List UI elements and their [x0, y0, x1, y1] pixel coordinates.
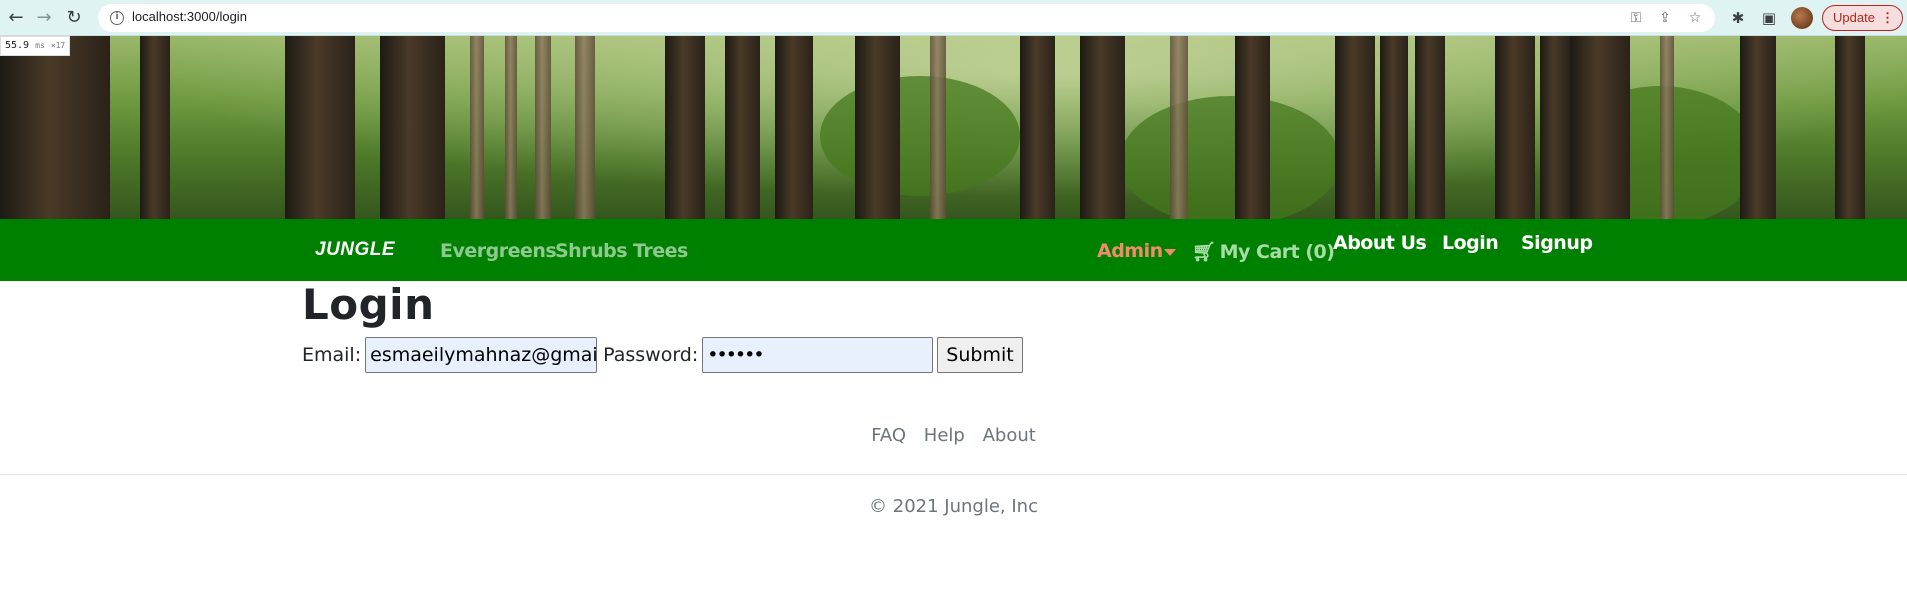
side-panel-icon[interactable]: ▣ — [1757, 6, 1781, 30]
brand-logo[interactable]: JUNGLE — [315, 239, 395, 261]
tree-trunk — [1495, 36, 1535, 219]
nav-link-trees[interactable]: Trees — [633, 240, 688, 262]
menu-dots-icon[interactable]: ⋮ — [1881, 6, 1894, 29]
login-form: Email: esmaeilymahnaz@gmail.com Password… — [302, 337, 1023, 373]
tree-trunk — [930, 36, 946, 219]
url-text[interactable]: localhost:3000/login — [132, 9, 247, 24]
foliage — [1120, 96, 1340, 219]
main-navbar: JUNGLE Evergreens Shrubs Trees Admin 🛒︎ M… — [0, 219, 1907, 281]
tree-trunk — [1080, 36, 1125, 219]
tree-trunk — [1020, 36, 1055, 219]
nav-link-evergreens[interactable]: Evergreens — [440, 240, 557, 262]
page-title: Login — [302, 280, 435, 329]
nav-link-about-us[interactable]: About Us — [1333, 232, 1427, 254]
nav-link-login[interactable]: Login — [1442, 232, 1499, 254]
footer-link-about[interactable]: About — [983, 425, 1036, 446]
footer-links: FAQ Help About — [0, 425, 1907, 446]
caret-down-icon[interactable] — [1164, 249, 1176, 256]
update-label: Update — [1833, 10, 1875, 25]
forest-banner-image — [0, 36, 1907, 219]
profile-avatar[interactable] — [1791, 7, 1813, 29]
address-bar[interactable]: i localhost:3000/login ⚿ ⇪ ☆ — [98, 4, 1715, 32]
copyright-text: © 2021 Jungle, Inc — [869, 496, 1038, 517]
tree-trunk — [1170, 36, 1188, 219]
tree-trunk — [725, 36, 760, 219]
perf-unit: ms — [35, 41, 45, 50]
info-icon[interactable]: i — [110, 11, 124, 25]
cart-icon: 🛒︎ — [1192, 241, 1216, 263]
footer-link-help[interactable]: Help — [924, 425, 965, 446]
tree-trunk — [1540, 36, 1570, 219]
reload-icon[interactable]: ↻ — [62, 6, 86, 30]
tree-trunk — [535, 36, 551, 219]
tree-trunk — [140, 36, 170, 219]
tree-trunk — [1235, 36, 1270, 219]
tree-trunk — [380, 36, 445, 219]
footer-link-faq[interactable]: FAQ — [871, 425, 906, 446]
tree-trunk — [575, 36, 595, 219]
tree-trunk — [1415, 36, 1445, 219]
back-arrow-icon[interactable]: ← — [4, 6, 28, 30]
perf-count: ×17 — [50, 41, 66, 50]
tree-trunk — [285, 36, 355, 219]
tree-trunk — [1380, 36, 1408, 219]
puzzle-icon[interactable]: ✱ — [1726, 6, 1750, 30]
perf-overlay: 55.9 ms ×17 — [0, 36, 71, 56]
tree-trunk — [775, 36, 813, 219]
cart-label: My Cart (0) — [1219, 241, 1335, 263]
tree-trunk — [1835, 36, 1865, 219]
tree-trunk — [1335, 36, 1375, 219]
browser-toolbar: ← → ↻ i localhost:3000/login ⚿ ⇪ ☆ ✱ ▣ U… — [0, 0, 1907, 36]
share-icon[interactable]: ⇪ — [1655, 8, 1675, 28]
star-icon[interactable]: ☆ — [1685, 8, 1705, 28]
nav-link-signup[interactable]: Signup — [1521, 232, 1593, 254]
email-label: Email: — [302, 344, 362, 366]
password-label: Password: — [603, 344, 699, 366]
tree-trunk — [1570, 36, 1630, 219]
email-field[interactable]: esmaeilymahnaz@gmail.com — [365, 337, 598, 373]
password-field[interactable]: •••••• — [702, 337, 934, 373]
forward-arrow-icon[interactable]: → — [32, 6, 56, 30]
cart-link[interactable]: 🛒︎ My Cart (0) — [1192, 240, 1335, 263]
foliage — [820, 76, 1020, 196]
nav-link-shrubs[interactable]: Shrubs — [555, 240, 628, 262]
submit-button[interactable]: Submit — [937, 337, 1023, 373]
tree-trunk — [1740, 36, 1776, 219]
key-icon[interactable]: ⚿ — [1626, 8, 1646, 28]
tree-trunk — [0, 36, 110, 219]
tree-trunk — [855, 36, 900, 219]
tree-trunk — [505, 36, 517, 219]
tree-trunk — [1660, 36, 1674, 219]
update-button[interactable]: Update ⋮ — [1822, 5, 1903, 31]
footer-divider — [0, 474, 1907, 475]
perf-value: 55.9 — [5, 40, 30, 51]
tree-trunk — [665, 36, 705, 219]
tree-trunk — [470, 36, 484, 219]
admin-dropdown[interactable]: Admin — [1097, 240, 1163, 262]
